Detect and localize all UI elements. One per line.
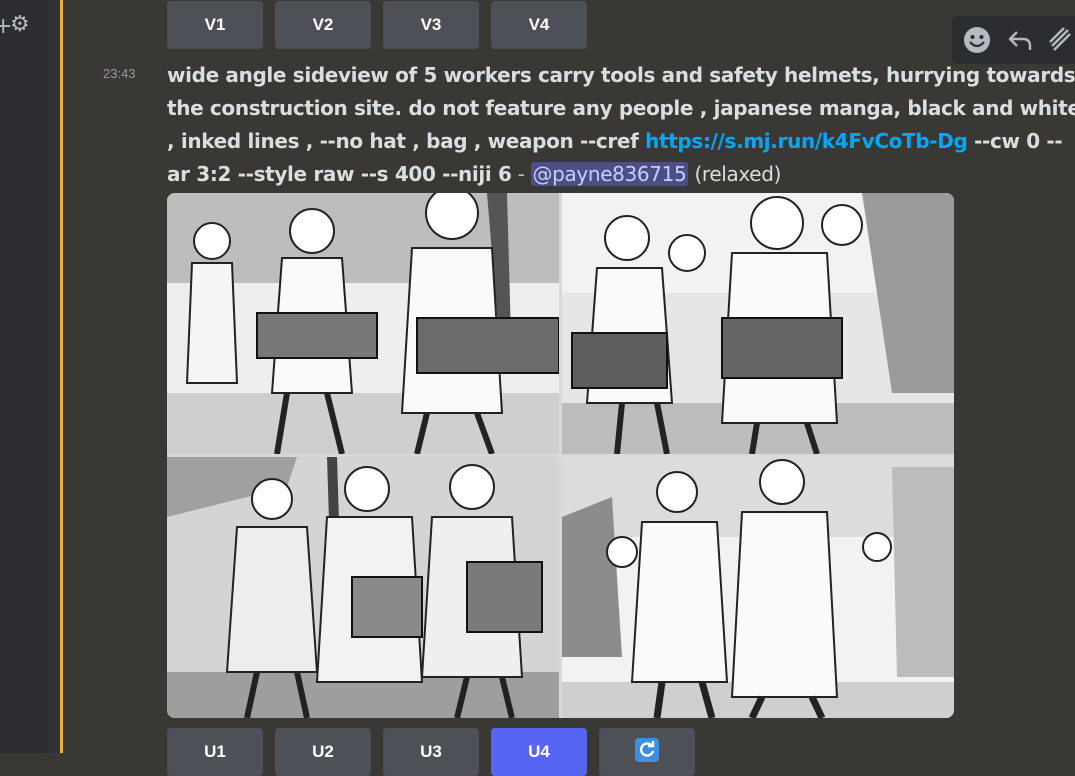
- rail-divider: [47, 0, 60, 753]
- prompt-text-block: wide angle sideview of 5 workers carry t…: [167, 59, 1075, 191]
- gear-icon[interactable]: ⚙: [10, 12, 30, 37]
- separator: -: [511, 162, 531, 186]
- reroll-button[interactable]: [599, 728, 695, 776]
- upscale-button-1[interactable]: U1: [167, 728, 263, 776]
- refresh-icon: [634, 737, 660, 768]
- user-mention[interactable]: @payne836715: [530, 162, 689, 186]
- generated-image-grid[interactable]: [167, 193, 954, 718]
- image-panel-2[interactable]: [562, 193, 954, 454]
- variation-button-4[interactable]: V4: [491, 1, 587, 49]
- variation-button-2[interactable]: V2: [275, 1, 371, 49]
- manga-image-3: [167, 457, 559, 718]
- variation-button-3[interactable]: V3: [383, 1, 479, 49]
- image-panel-3[interactable]: [167, 457, 559, 718]
- more-icon[interactable]: [1048, 26, 1072, 54]
- cref-link[interactable]: https://s.mj.run/k4FvCoTb-Dg: [645, 129, 968, 153]
- upscale-button-3[interactable]: U3: [383, 728, 479, 776]
- emoji-icon[interactable]: [962, 25, 992, 55]
- manga-image-1: [167, 193, 559, 454]
- manga-image-4: [562, 457, 954, 718]
- message-timestamp: 23:43: [103, 66, 136, 81]
- variation-button-1[interactable]: V1: [167, 1, 263, 49]
- reply-icon[interactable]: [1006, 26, 1034, 54]
- server-rail: + ⚙: [0, 0, 47, 753]
- image-panel-4[interactable]: [562, 457, 954, 718]
- message-toolbar: [952, 16, 1075, 64]
- upscale-button-2[interactable]: U2: [275, 728, 371, 776]
- manga-image-2: [562, 193, 954, 454]
- upscale-button-4[interactable]: U4: [491, 728, 587, 776]
- mention-highlight-bar: [60, 0, 63, 753]
- rail-icons: + ⚙: [0, 12, 40, 42]
- job-status: (relaxed): [688, 162, 782, 186]
- image-panel-1[interactable]: [167, 193, 559, 454]
